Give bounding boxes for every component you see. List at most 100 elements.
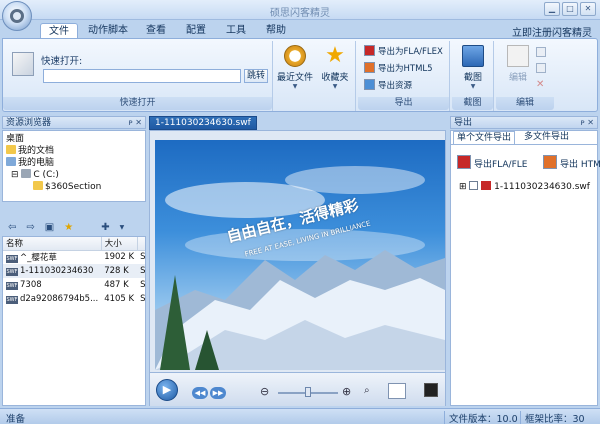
app-menu-button[interactable] [2, 1, 32, 31]
export-html-button[interactable]: 导出 HTM [543, 155, 600, 170]
column-extra[interactable] [137, 237, 145, 251]
expand-icon[interactable]: ⊟ [11, 170, 21, 180]
file-extra: S [140, 252, 146, 263]
zoom-out-icon[interactable]: ⊖ [260, 385, 269, 398]
zoom-slider-handle[interactable] [305, 387, 311, 397]
file-name: ^_樱花草 [20, 253, 57, 264]
pin-close-icon[interactable]: ᴘ ✕ [581, 117, 594, 129]
resources-icon [364, 79, 375, 90]
fullscreen-icon[interactable] [424, 383, 438, 397]
export-html5-label: 导出为HTML5 [378, 64, 433, 74]
drive-icon [21, 169, 32, 178]
tab-file[interactable]: 文件 [40, 23, 78, 38]
table-row[interactable]: SWF ^_樱花草 1902 K S [3, 250, 146, 264]
tab-single-export[interactable]: 单个文件导出 [453, 131, 516, 144]
export-resources-button[interactable]: 导出资源 [364, 79, 412, 92]
status-version: 文件版本：10.0 [444, 411, 518, 424]
group-label-screenshot: 截图 [452, 97, 493, 110]
delete-icon[interactable]: ✕ [536, 79, 544, 90]
tab-actionscript[interactable]: 动作脚本 [80, 23, 136, 38]
play-icon[interactable]: ▶ [156, 379, 178, 401]
file-extra: S [137, 264, 145, 278]
group-label-edit: 编辑 [496, 97, 554, 110]
tree-item-my-computer[interactable]: 我的电脑 [6, 157, 54, 169]
file-size: 4105 K [104, 294, 135, 304]
fast-forward-icon[interactable]: ▶▶ [210, 387, 226, 399]
html5-icon [364, 62, 375, 73]
document-icon [12, 52, 34, 76]
window-title: 硕思闪客精灵 [270, 8, 330, 19]
tree-item-desktop[interactable]: 桌面 [6, 133, 24, 145]
export-fla-label: 导出FLA/FLE [474, 160, 528, 170]
swf-file-icon: SWF [6, 255, 18, 264]
zoom-in-icon[interactable]: ⊕ [342, 385, 351, 398]
folder-icon [6, 145, 16, 154]
pin-close-icon[interactable]: ᴘ ✕ [129, 117, 142, 129]
minimize-button[interactable]: ▁ [544, 2, 560, 16]
export-html-label: 导出 HTM [560, 160, 600, 170]
flash-stage[interactable]: 自由自在，活得精彩 FREE AT EASE, LIVING IN BRILLI… [155, 140, 445, 370]
table-row[interactable]: SWF 1-111030234630 728 K S [3, 264, 145, 278]
close-button[interactable]: ✕ [580, 2, 596, 16]
tab-help[interactable]: 帮助 [258, 23, 294, 38]
tree-item-my-documents[interactable]: 我的文档 [6, 145, 54, 157]
status-framerate: 框架比率：30 fps [520, 411, 600, 424]
expand-icon[interactable]: ⊞ [459, 182, 469, 192]
register-link[interactable]: 立即注册闪客精灵 [512, 24, 592, 39]
save-as-icon[interactable] [536, 63, 546, 73]
save-icon[interactable] [536, 47, 546, 57]
group-screenshot: 截图 ▼ 截图 [452, 41, 494, 111]
edit-button[interactable]: 编辑 [498, 45, 538, 91]
export-panel-title: 导出 [454, 118, 473, 128]
column-size[interactable]: 大小 [101, 237, 138, 251]
file-size: 487 K [104, 280, 129, 290]
landscape-image [155, 166, 445, 370]
export-resources-label: 导出资源 [378, 81, 413, 91]
gear-icon [10, 9, 24, 23]
menu-bar: 文件 动作脚本 查看 配置 工具 帮助 立即注册闪客精灵 [0, 20, 600, 39]
tab-view[interactable]: 查看 [138, 23, 174, 38]
file-table-header: 名称 大小 [3, 237, 145, 251]
table-row[interactable]: SWF d2a92086794b5... 4105 K S [3, 292, 145, 306]
quick-open-label: 快速打开: [41, 56, 83, 67]
jump-button[interactable]: 跳转 [244, 69, 268, 83]
tree-item-label: 我的文档 [18, 146, 55, 156]
quick-open-input[interactable] [43, 69, 241, 83]
export-html5-button[interactable]: 导出为HTML5 [364, 62, 433, 75]
add-icon[interactable]: ✚ [101, 222, 109, 233]
fla-icon [364, 45, 375, 56]
group-divider [273, 41, 356, 111]
tab-multi-export[interactable]: 多文件导出 [521, 131, 572, 144]
group-label-export: 导出 [358, 97, 449, 110]
export-fla-flex-button[interactable]: 导出为FLA/FLEX [364, 45, 443, 58]
resource-browser-header: 资源浏览器 ᴘ ✕ [2, 116, 146, 129]
group-edit: 编辑 ✕ 编辑 [496, 41, 554, 111]
swf-file-icon: SWF [6, 296, 18, 304]
tab-config[interactable]: 配置 [178, 23, 214, 38]
document-tab[interactable]: 1-111030234630.swf [149, 116, 257, 130]
export-panel-header: 导出 ᴘ ✕ [450, 116, 598, 129]
group-quick-open: 快速打开: 跳转 快速打开 [3, 41, 273, 111]
tree-item-c-drive[interactable]: ⊟ C (C:) [11, 169, 59, 181]
chevron-down-icon[interactable]: ▼ [120, 224, 125, 231]
player-controls: ▶ ◀◀ ▶▶ ⊖ ⊕ ⌕ [150, 372, 445, 406]
forward-icon[interactable]: ⇨ [26, 222, 34, 233]
tab-tools[interactable]: 工具 [218, 23, 254, 38]
file-checkbox[interactable] [469, 181, 479, 190]
magnifier-icon[interactable]: ⌕ [364, 385, 370, 396]
fla-icon [457, 155, 471, 169]
back-icon[interactable]: ⇦ [8, 222, 16, 233]
maximize-button[interactable]: □ [562, 2, 578, 16]
column-name[interactable]: 名称 [3, 237, 102, 251]
rewind-icon[interactable]: ◀◀ [192, 387, 208, 399]
tree-item-360section[interactable]: $360Section [33, 181, 101, 193]
resource-browser-title: 资源浏览器 [6, 118, 52, 128]
export-fla-button[interactable]: 导出FLA/FLE [457, 155, 528, 170]
up-folder-icon[interactable]: ▣ [45, 222, 54, 233]
favorite-star-icon[interactable]: ★ [64, 222, 73, 233]
fit-icon[interactable] [388, 383, 406, 399]
table-row[interactable]: SWF 7308 487 K S [3, 278, 145, 292]
screenshot-button[interactable]: 截图 ▼ [453, 45, 493, 91]
export-file-item[interactable]: ⊞ 1-111030234630.swf [459, 181, 590, 193]
folder-tree: 桌面 我的文档 我的电脑 ⊟ C (C:) $360Section [2, 130, 146, 202]
